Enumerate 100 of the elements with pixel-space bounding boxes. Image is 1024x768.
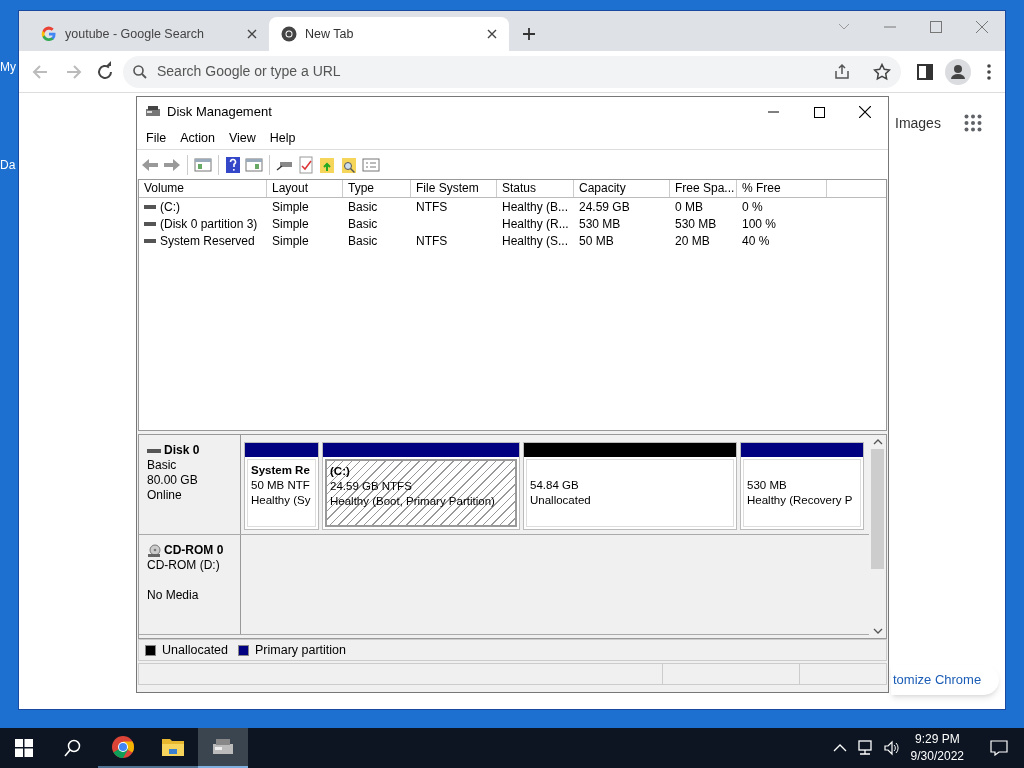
folder-up-icon[interactable]	[318, 155, 336, 174]
partition-block[interactable]: 530 MB Healthy (Recovery P	[740, 442, 864, 530]
search-icon	[133, 64, 147, 79]
forward-arrow-icon[interactable]	[163, 156, 181, 173]
disk-label-panel[interactable]: CD-ROM 0 CD-ROM (D:) No Media	[139, 535, 241, 634]
table-cell-text: 50 MB	[579, 232, 614, 250]
browser-tab[interactable]: New Tab	[269, 17, 509, 51]
network-icon[interactable]	[856, 740, 875, 756]
window-title: Disk Management	[167, 103, 272, 122]
table-cell-text: 40 %	[742, 232, 770, 250]
partition-name: System Re	[251, 463, 311, 478]
notification-icon[interactable]	[990, 740, 1008, 756]
table-cell[interactable]: (C:)	[160, 197, 180, 216]
table-cell-text: 20 MB	[675, 232, 710, 250]
disk-label-panel[interactable]: Disk 0 Basic 80.00 GB Online	[139, 435, 241, 534]
scroll-thumb[interactable]	[871, 449, 884, 569]
show-hide-pane-icon[interactable]	[194, 156, 212, 173]
legend-label: Primary partition	[255, 641, 346, 659]
checklist-icon[interactable]	[298, 155, 314, 174]
column-header[interactable]: Layout	[267, 180, 343, 197]
partition-size: 50 MB NTF	[251, 478, 311, 493]
desktop-icon-label[interactable]: My	[0, 58, 16, 76]
menu-item[interactable]: Action	[175, 128, 220, 148]
apps-icon[interactable]	[964, 114, 982, 132]
menu-item[interactable]: File	[141, 128, 172, 148]
table-cell-text: Healthy (R...	[502, 215, 569, 233]
legend-label: Unallocated	[162, 641, 228, 659]
table-cell-text: 24.59 GB	[579, 198, 630, 216]
images-link[interactable]: Images	[895, 113, 941, 134]
column-header[interactable]: Status	[497, 180, 574, 197]
tab-title: youtube - Google Search	[65, 25, 205, 43]
folder-icon	[161, 736, 185, 758]
table-cell-text: Simple	[272, 215, 309, 233]
star-icon[interactable]	[873, 62, 891, 81]
partition-name: (C:)	[330, 464, 351, 479]
customize-chrome-button[interactable]: tomize Chrome	[891, 665, 1000, 695]
close-tab-icon[interactable]	[487, 29, 497, 39]
disk-name: CD-ROM 0	[164, 543, 224, 558]
browser-tab[interactable]: youtube - Google Search	[29, 17, 269, 51]
clock-time[interactable]: 9:29 PM	[914, 731, 960, 748]
table-cell-text: NTFS	[416, 198, 448, 216]
column-header[interactable]: File System	[411, 180, 497, 197]
volume-drive-icon	[144, 220, 156, 227]
table-cell-text: Basic	[348, 232, 378, 250]
close-tab-icon[interactable]	[247, 29, 257, 39]
windows-start-icon[interactable]	[15, 739, 33, 757]
help-icon[interactable]	[225, 155, 241, 174]
chevron-up-icon[interactable]	[832, 743, 847, 753]
share-icon[interactable]	[833, 62, 851, 81]
chrome-icon	[111, 735, 135, 759]
column-header[interactable]: % Free	[737, 180, 827, 197]
clock-date[interactable]: 9/30/2022	[910, 748, 964, 765]
column-header[interactable]: Type	[343, 180, 411, 197]
partition-block[interactable]: (C:) 24.59 GB NTFS Healthy (Boot, Primary Partition)	[322, 442, 520, 530]
disk-name: Disk 0	[164, 443, 200, 458]
cd-drive-icon	[147, 543, 161, 558]
table-cell-text: Simple	[272, 232, 309, 250]
disk-management-icon	[145, 105, 161, 119]
side-panel-icon[interactable]	[915, 61, 935, 82]
partition-size: 54.84 GB	[530, 478, 580, 493]
table-cell-text: 530 MB	[675, 215, 717, 233]
volume-icon[interactable]	[882, 740, 901, 756]
folder-search-icon[interactable]	[340, 155, 358, 174]
menu-item[interactable]: Help	[264, 128, 301, 148]
table-cell-text: 100 %	[742, 215, 777, 233]
table-cell[interactable]: (Disk 0 partition 3)	[160, 214, 258, 233]
desktop-icon-label[interactable]: Da	[0, 156, 16, 174]
table-cell-text: Healthy (S...	[502, 232, 569, 250]
partition-status: Healthy (Recovery P	[747, 493, 854, 508]
partition-block[interactable]: System Re 50 MB NTF Healthy (Sy	[244, 442, 319, 530]
partition-status: Healthy (Boot, Primary Partition)	[330, 494, 496, 509]
disk-info: Basic	[147, 458, 178, 473]
table-cell-text: Healthy (B...	[502, 198, 569, 216]
volume-drive-icon	[144, 237, 156, 244]
g-logo-icon	[41, 26, 57, 42]
back-arrow-icon[interactable]	[141, 156, 159, 173]
volume-drive-icon	[144, 203, 156, 210]
disk-info: Online	[147, 488, 183, 503]
table-cell-text: 0 %	[742, 198, 763, 216]
column-header[interactable]: Capacity	[574, 180, 670, 197]
partition-size: 24.59 GB NTFS	[330, 479, 413, 494]
tab-title: New Tab	[305, 25, 355, 43]
partition-block[interactable]: 54.84 GB Unallocated	[523, 442, 737, 530]
menu-item[interactable]: View	[223, 128, 261, 148]
table-cell-text: Basic	[348, 215, 378, 233]
disk-info: CD-ROM (D:)	[147, 558, 221, 573]
disk-info: No Media	[147, 588, 200, 603]
table-cell[interactable]: System Reserved	[160, 231, 255, 250]
profile-icon[interactable]	[945, 58, 971, 85]
chrome-logo-icon	[281, 26, 297, 42]
partition-status: Healthy (Sy	[251, 493, 312, 508]
column-header[interactable]: Free Spa...	[670, 180, 737, 197]
disk-info: 80.00 GB	[147, 473, 199, 488]
search-icon[interactable]	[64, 739, 82, 757]
partition-size: 530 MB	[747, 478, 788, 493]
address-bar[interactable]: Search Google or type a URL	[123, 55, 901, 88]
table-cell-text: Basic	[348, 198, 378, 216]
column-header[interactable]: Volume	[139, 180, 267, 197]
table-cell-text: 530 MB	[579, 215, 621, 233]
address-input[interactable]: Search Google or type a URL	[157, 61, 823, 82]
